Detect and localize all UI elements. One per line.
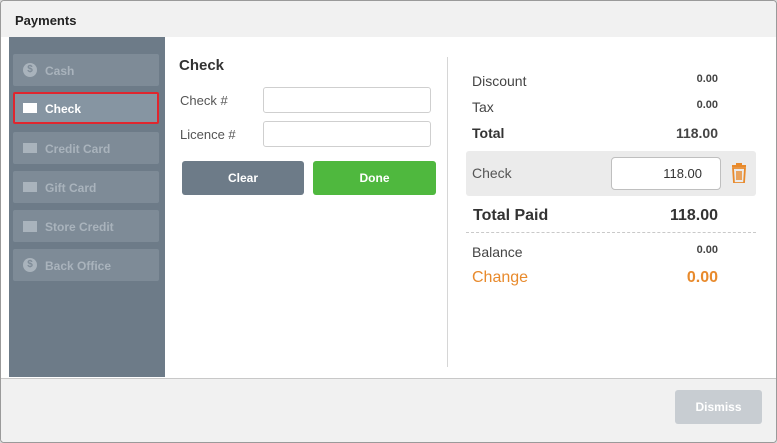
clear-button[interactable]: Clear: [182, 161, 304, 195]
dialog-title: Payments: [15, 13, 77, 28]
discount-value: 0.00: [696, 73, 718, 85]
sidebar-item-label: Check: [45, 102, 82, 116]
credit-card-icon: [23, 143, 37, 153]
tax-value: 0.00: [696, 99, 718, 111]
done-button[interactable]: Done: [313, 161, 436, 195]
total-paid-value: 118.00: [669, 207, 718, 224]
store-icon: [23, 221, 37, 232]
sidebar-item-label: Store Credit: [45, 220, 114, 234]
total-paid-label: Total Paid: [473, 207, 549, 224]
total-value: 118.00: [675, 125, 718, 141]
column-divider: [447, 57, 448, 367]
sidebar-item-store-credit[interactable]: Store Credit: [13, 210, 159, 242]
balance-value: 0.00: [696, 244, 718, 256]
gift-card-icon: [23, 182, 37, 192]
summary-divider: [466, 232, 756, 233]
total-label: Total: [472, 125, 505, 141]
sidebar-item-gift-card[interactable]: Gift Card: [13, 171, 159, 203]
check-number-input[interactable]: [263, 87, 431, 113]
check-form-title: Check: [179, 57, 225, 74]
title-bar: Payments: [1, 1, 776, 37]
sidebar-item-label: Back Office: [45, 259, 112, 273]
check-number-label: Check #: [180, 93, 228, 108]
licence-number-input[interactable]: [263, 121, 431, 147]
dollar-coin-icon: $: [23, 258, 37, 272]
dollar-coin-icon: $: [23, 63, 37, 77]
tax-label: Tax: [472, 99, 494, 115]
payment-amount-input[interactable]: [611, 157, 721, 190]
change-value: 0.00: [686, 269, 718, 286]
sidebar-item-credit-card[interactable]: Credit Card: [13, 132, 159, 164]
payments-dialog: Payments $ Cash Check Credit Card Gift C…: [0, 0, 777, 443]
change-label: Change: [472, 269, 529, 286]
payment-method-sidebar: $ Cash Check Credit Card Gift Card Store…: [9, 37, 165, 377]
sidebar-item-cash[interactable]: $ Cash: [13, 54, 159, 86]
dismiss-button[interactable]: Dismiss: [675, 390, 762, 424]
trash-icon[interactable]: [731, 163, 747, 183]
sidebar-item-label: Credit Card: [45, 142, 111, 156]
licence-number-label: Licence #: [180, 127, 236, 142]
balance-label: Balance: [472, 244, 523, 260]
check-card-icon: [23, 103, 37, 113]
payment-method-label: Check: [472, 165, 512, 181]
sidebar-item-label: Cash: [45, 64, 75, 78]
sidebar-item-check[interactable]: Check: [13, 92, 159, 124]
sidebar-item-label: Gift Card: [45, 181, 97, 195]
discount-label: Discount: [472, 73, 527, 89]
dialog-footer: Dismiss: [1, 378, 776, 442]
payment-row-check: Check: [466, 151, 756, 196]
sidebar-item-back-office[interactable]: $ Back Office: [13, 249, 159, 281]
